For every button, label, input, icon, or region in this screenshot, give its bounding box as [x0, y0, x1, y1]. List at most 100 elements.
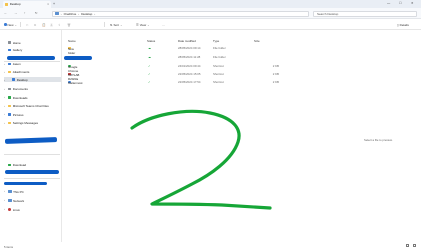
- sidebar-item-documents[interactable]: Documents: [8, 87, 28, 92]
- redacted-label: [4, 182, 47, 185]
- desktop-folder-icon: [12, 78, 16, 81]
- sync-status-icon: ✓: [148, 71, 151, 76]
- sidebar-item-jason[interactable]: Jason: [8, 62, 21, 67]
- more-options-button[interactable]: ···: [162, 23, 165, 27]
- file-size: 2 KB: [272, 71, 279, 76]
- chevron-right-icon[interactable]: ›: [4, 104, 5, 108]
- chevron-down-icon: ⌄: [120, 22, 123, 27]
- download-icon: [8, 96, 12, 99]
- folder-icon: [5, 2, 9, 6]
- address-input[interactable]: › OneDrive › Desktop ›: [52, 10, 309, 17]
- sidebar-item-pictures[interactable]: Pictures: [8, 112, 24, 117]
- sync-status-icon: ✓: [148, 63, 151, 68]
- table-row[interactable]: Google Chrome ✓ 24/01/2024 09:44 Shortcu…: [64, 63, 355, 73]
- sync-status-icon: ✓: [148, 79, 151, 84]
- home-icon: [8, 41, 12, 44]
- close-tab-icon[interactable]: ×: [47, 2, 49, 6]
- column-header-status[interactable]: Status: [147, 39, 155, 43]
- file-type: File folder: [213, 45, 226, 50]
- preview-pane-text: Select a file to preview.: [364, 138, 393, 142]
- refresh-button[interactable]: ↻: [35, 11, 38, 15]
- tab-desktop[interactable]: Desktop ×: [3, 0, 51, 8]
- sidebar-item-linux[interactable]: Linux: [8, 207, 20, 212]
- table-row[interactable]: MATLAB R2023a ✓ 22/05/2024 15:05 Shortcu…: [64, 71, 355, 81]
- chevron-right-icon[interactable]: ›: [4, 95, 5, 99]
- search-input[interactable]: Search Desktop: [313, 10, 417, 17]
- minimize-button[interactable]: —: [387, 1, 390, 5]
- file-name: Mattermost: [68, 80, 83, 85]
- download-icon: [8, 163, 12, 167]
- gallery-icon: [8, 48, 12, 52]
- details-button[interactable]: ▯ Details: [397, 23, 409, 27]
- paste-icon[interactable]: 📋: [42, 23, 46, 27]
- chevron-right-icon[interactable]: ›: [4, 207, 5, 211]
- sidebar-item-gallery[interactable]: Gallery: [8, 48, 22, 53]
- back-button[interactable]: ←: [4, 11, 7, 15]
- new-button[interactable]: New ⌄: [4, 23, 17, 27]
- sidebar-item-settings-messages[interactable]: Settings Messages: [8, 121, 38, 126]
- redacted-label: [64, 56, 92, 60]
- date-modified: 28/05/2024 11:28: [178, 54, 201, 59]
- linux-icon: [8, 208, 12, 211]
- view-button[interactable]: ☰ View ⌄: [136, 23, 150, 27]
- view-icon: ☰: [136, 22, 139, 27]
- sidebar-item-home[interactable]: Home: [8, 40, 21, 45]
- breadcrumb-onedrive[interactable]: OneDrive: [64, 12, 77, 16]
- chevron-down-icon: ⌄: [14, 22, 18, 27]
- sidebar-item-downloads[interactable]: Downloads: [8, 95, 28, 100]
- sort-icon: ⇅: [110, 22, 113, 27]
- maximize-button[interactable]: ☐: [399, 1, 402, 5]
- cut-icon[interactable]: ✂: [26, 23, 29, 27]
- column-header-date[interactable]: Date modified: [178, 39, 196, 43]
- title-bar: Desktop × + — ☐ ✕: [0, 0, 421, 8]
- file-type: Shortcut: [213, 63, 224, 68]
- chevron-right-icon[interactable]: ›: [4, 87, 5, 91]
- chevron-right-icon[interactable]: ›: [4, 70, 5, 74]
- sidebar-item-this-pc[interactable]: This PC: [8, 189, 24, 194]
- details-pane-icon: ▯: [397, 22, 399, 27]
- delete-icon[interactable]: 🗑: [67, 23, 71, 27]
- column-header-name[interactable]: Name: [68, 39, 76, 43]
- tiles-view-icon[interactable]: [413, 244, 416, 248]
- sidebar-item-network[interactable]: Network: [8, 198, 24, 203]
- redacted-label: [4, 137, 58, 144]
- chevron-right-icon[interactable]: ›: [4, 198, 5, 202]
- sort-button[interactable]: ⇅ Sort ⌄: [110, 23, 123, 27]
- sidebar-item-teams-chat-files[interactable]: Microsoft Teams Chat Files: [8, 104, 49, 109]
- table-row[interactable]: ☁ 28/05/2024 11:28 File folder: [64, 54, 355, 59]
- folder-icon: [8, 70, 12, 74]
- forward-button[interactable]: →: [14, 11, 17, 15]
- table-row[interactable]: New folder ☁ 28/05/2024 09:14 File folde…: [64, 45, 355, 55]
- redacted-label: [7, 56, 55, 60]
- date-modified: 22/05/2024 17:54: [178, 79, 201, 84]
- table-row[interactable]: Mattermost ✓ 22/05/2024 17:54 Shortcut 2…: [64, 79, 355, 85]
- plus-icon: [4, 23, 7, 26]
- column-header-size[interactable]: Size: [254, 39, 260, 43]
- new-tab-button[interactable]: +: [53, 2, 55, 6]
- address-bar-row: ← → ↑ ↻ › OneDrive › Desktop › Search De…: [0, 8, 421, 19]
- chevron-right-icon[interactable]: ›: [4, 62, 5, 66]
- file-type: Shortcut: [213, 79, 224, 84]
- up-button[interactable]: ↑: [24, 11, 26, 15]
- sidebar-item-desktop[interactable]: Desktop: [4, 77, 61, 82]
- pc-icon: [8, 190, 12, 193]
- share-icon[interactable]: ⇪: [58, 23, 61, 27]
- chevron-right-icon[interactable]: ›: [4, 78, 5, 82]
- rename-icon[interactable]: Ⓐ: [50, 23, 53, 27]
- close-window-button[interactable]: ✕: [411, 1, 414, 5]
- search-placeholder: Search Desktop: [317, 11, 339, 16]
- chevron-right-icon[interactable]: ›: [4, 121, 5, 125]
- chevron-right-icon[interactable]: ›: [4, 189, 5, 193]
- sidebar-item-attachments[interactable]: Attachments: [8, 70, 29, 75]
- copy-icon[interactable]: ⧉: [34, 23, 36, 27]
- item-count: 5 items: [4, 244, 14, 249]
- column-header-type[interactable]: Type: [213, 39, 219, 43]
- pictures-icon: [8, 113, 12, 116]
- sidebar-item-download[interactable]: Download: [8, 163, 26, 168]
- breadcrumb-desktop[interactable]: Desktop: [81, 12, 92, 16]
- file-size: 2 KB: [272, 79, 279, 84]
- date-modified: 22/05/2024 15:05: [178, 71, 201, 76]
- chevron-right-icon[interactable]: ›: [4, 112, 5, 116]
- status-bar: 5 items: [0, 242, 421, 250]
- details-view-icon[interactable]: [406, 244, 409, 248]
